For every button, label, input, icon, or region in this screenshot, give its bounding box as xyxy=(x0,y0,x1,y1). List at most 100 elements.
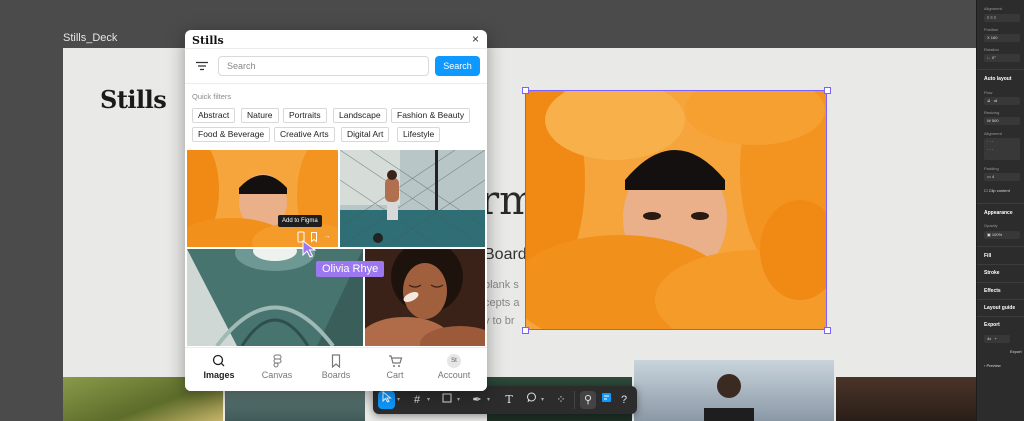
padding-field[interactable]: ▭ 4 xyxy=(984,173,1020,181)
chevron-down-icon[interactable]: ▾ xyxy=(541,391,544,409)
nav-label: Canvas xyxy=(261,370,293,380)
text-tool[interactable]: T xyxy=(501,391,517,409)
help-tool[interactable]: ? xyxy=(616,391,632,409)
panel-divider xyxy=(977,69,1024,70)
resizing-label: Resizing xyxy=(984,110,1000,115)
figma-icon xyxy=(273,354,282,368)
plugin-icon xyxy=(601,393,611,402)
image-grid xyxy=(187,150,485,346)
cursor-arrow-icon xyxy=(382,390,392,403)
text-icon: T xyxy=(505,393,513,406)
nav-label: Cart xyxy=(386,370,404,380)
chevron-down-icon[interactable]: ▾ xyxy=(487,391,490,409)
filter-chip-landscape[interactable]: Landscape xyxy=(333,108,387,123)
nav-boards[interactable]: Boards xyxy=(306,354,366,380)
export-heading: Export xyxy=(984,322,1000,328)
preview-label: Preview xyxy=(986,363,1001,368)
filter-chip-digital-art[interactable]: Digital Art xyxy=(341,127,390,142)
add-to-figma-tooltip: Add to Figma xyxy=(278,215,322,227)
plugins-tool[interactable] xyxy=(598,391,614,409)
search-icon xyxy=(212,354,225,367)
search-divider xyxy=(185,83,487,84)
comment-tool[interactable] xyxy=(523,391,539,409)
pen-tool[interactable]: ✒ xyxy=(469,391,485,409)
nav-images[interactable]: Images xyxy=(189,354,249,380)
deck-photo[interactable] xyxy=(836,377,976,421)
clip-content-checkbox[interactable]: ☐ Clip content xyxy=(984,188,1010,193)
nav-cart[interactable]: Cart xyxy=(365,354,425,380)
panel-divider xyxy=(977,316,1024,317)
chevron-down-icon[interactable]: ▾ xyxy=(397,391,400,409)
w-value: 500 xyxy=(991,118,999,123)
resize-handle[interactable] xyxy=(522,87,529,94)
chevron-down-icon[interactable]: ▾ xyxy=(427,391,430,409)
deck-logo: Stills xyxy=(100,85,167,114)
basketball-court-thumbnail xyxy=(340,150,485,247)
frame-icon: # xyxy=(413,394,421,406)
auto-layout-heading: Auto layout xyxy=(984,76,1012,82)
w-label: W xyxy=(987,118,991,123)
frame-tool[interactable]: # xyxy=(409,391,425,409)
panel-divider xyxy=(977,299,1024,300)
width-field[interactable]: W 500 xyxy=(984,117,1020,125)
move-tool[interactable] xyxy=(378,390,395,409)
filter-chip-creative-arts[interactable]: Creative Arts xyxy=(274,127,335,142)
collaborator-cursor-icon xyxy=(302,240,317,258)
dev-mode-toggle[interactable]: ⚲ xyxy=(580,391,596,409)
chevron-down-icon[interactable]: ▾ xyxy=(457,391,460,409)
search-input[interactable] xyxy=(218,56,429,76)
filter-chip-abstract[interactable]: Abstract xyxy=(192,108,236,123)
selection-outline xyxy=(525,90,827,330)
shape-tool[interactable] xyxy=(439,391,455,409)
flow-label: Flow xyxy=(984,90,993,95)
rotation-label: Rotation xyxy=(984,47,999,52)
stroke-heading[interactable]: Stroke xyxy=(984,270,1000,276)
nav-account[interactable]: St Account xyxy=(424,354,484,380)
filter-chip-food-beverage[interactable]: Food & Beverage xyxy=(192,127,271,142)
padding-value: 4 xyxy=(991,174,995,179)
alignment-grid[interactable]: · · · · · · xyxy=(984,138,1020,160)
fill-heading[interactable]: Fill xyxy=(984,253,991,259)
resize-handle[interactable] xyxy=(824,87,831,94)
opacity-field[interactable]: ▣ 100% xyxy=(984,231,1020,239)
plugin-title: Stills xyxy=(192,34,224,47)
nav-label: Account xyxy=(437,370,471,380)
search-button[interactable]: Search xyxy=(435,56,480,76)
deck-photo[interactable] xyxy=(634,360,834,421)
preview-toggle[interactable]: › Preview xyxy=(984,363,1001,368)
frame-title[interactable]: Stills_Deck xyxy=(63,32,117,44)
nav-label: Images xyxy=(203,370,235,380)
filter-chip-lifestyle[interactable]: Lifestyle xyxy=(397,127,441,142)
panel-divider xyxy=(977,246,1024,247)
dev-mode-icon: ⚲ xyxy=(583,394,593,406)
rotation-field[interactable]: ∟ 0° xyxy=(984,54,1020,62)
filter-icon[interactable] xyxy=(195,61,209,71)
flow-controls[interactable]: ⇊ ⇉ xyxy=(984,97,1020,105)
export-button[interactable]: Export xyxy=(1007,348,1024,356)
nav-canvas[interactable]: Canvas xyxy=(247,354,307,380)
filter-chip-nature[interactable]: Nature xyxy=(241,108,279,123)
resize-handle[interactable] xyxy=(522,327,529,334)
layout-guide-heading[interactable]: Layout guide xyxy=(984,305,1015,311)
filter-chip-fashion-beauty[interactable]: Fashion & Beauty xyxy=(391,108,471,123)
opacity-value: 100% xyxy=(991,232,1003,237)
x-position-field[interactable]: X 160 xyxy=(984,34,1020,42)
filter-chip-portraits[interactable]: Portraits xyxy=(283,108,327,123)
effects-heading[interactable]: Effects xyxy=(984,288,1001,294)
actions-tool[interactable]: ⁘ xyxy=(553,391,569,409)
deck-body-text: blank s cepts a y to br xyxy=(484,276,528,330)
arrow-right-icon[interactable]: → xyxy=(321,231,333,243)
nav-label: Boards xyxy=(321,370,351,380)
pen-icon: ✒ xyxy=(472,394,482,406)
image-tile[interactable] xyxy=(340,150,485,247)
panel-divider xyxy=(977,203,1024,204)
rectangle-icon xyxy=(442,393,452,403)
alignment-controls[interactable]: ≡ ≡ ≡ xyxy=(984,14,1020,22)
rotation-value: 0° xyxy=(992,55,996,60)
quick-filters-label: Quick filters xyxy=(192,92,232,101)
resize-handle[interactable] xyxy=(824,327,831,334)
export-scale-select[interactable]: 4x + xyxy=(984,335,1010,343)
opacity-label: Opacity xyxy=(984,223,998,228)
stills-plugin-window: Stills × Search Quick filters Abstract N… xyxy=(185,30,487,391)
close-icon[interactable]: × xyxy=(472,32,479,46)
